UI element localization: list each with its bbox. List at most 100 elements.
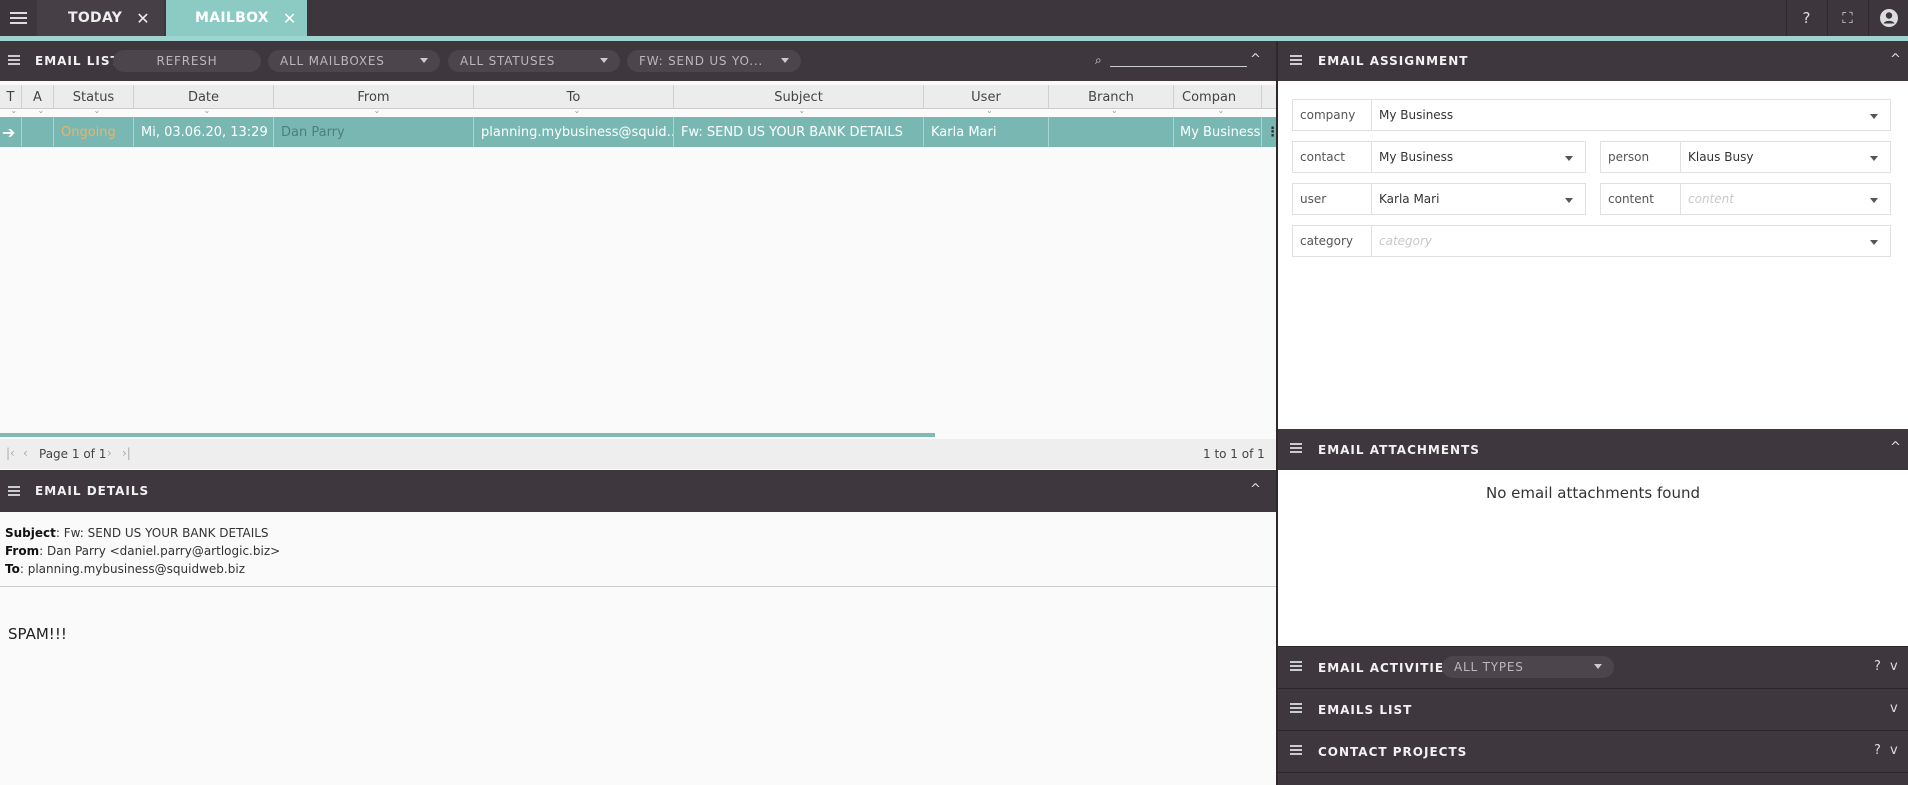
subject-filter-select[interactable]: FW: SEND US YO...	[627, 50, 801, 72]
panel-menu-icon[interactable]	[1290, 55, 1302, 65]
chevron-down-icon	[1870, 240, 1878, 245]
chevron-up-icon[interactable]: ^	[1890, 52, 1901, 67]
selected-arrow-icon: ➔	[0, 117, 22, 147]
contact-projects-title: CONTACT PROJECTS	[1318, 744, 1468, 759]
column-header[interactable]: From	[274, 85, 474, 115]
activity-type-label: ALL TYPES	[1454, 660, 1524, 674]
column-header[interactable]: User	[924, 85, 1049, 115]
chevron-down-icon[interactable]: v	[1890, 659, 1898, 674]
fullscreen-icon[interactable]: ⛶	[1827, 0, 1867, 36]
category-select[interactable]: category	[1372, 225, 1891, 257]
chevron-up-icon[interactable]: ^	[1890, 440, 1901, 455]
contact-label: contact	[1292, 141, 1372, 173]
panel-menu-icon[interactable]	[1290, 661, 1302, 671]
help-icon[interactable]: ?	[1874, 743, 1881, 758]
email-assignment-header: EMAIL ASSIGNMENT ^	[1278, 41, 1908, 81]
chevron-down-icon	[1565, 198, 1573, 203]
subject-cell: Fw: SEND US YOUR BANK DETAILS	[674, 117, 924, 147]
branch-cell	[1049, 117, 1174, 147]
column-header[interactable]: Date	[134, 85, 274, 115]
column-header[interactable]: Subject	[674, 85, 924, 115]
person-select[interactable]: Klaus Busy	[1681, 141, 1891, 173]
account-icon[interactable]	[1868, 0, 1908, 36]
category-placeholder: category	[1379, 234, 1433, 248]
email-attachments-title: EMAIL ATTACHMENTS	[1318, 442, 1480, 457]
search-input[interactable]	[1110, 66, 1247, 67]
user-select[interactable]: Karla Mari	[1372, 183, 1586, 215]
chevron-up-icon[interactable]: ^	[1250, 482, 1261, 497]
status-filter-label: ALL STATUSES	[460, 54, 556, 68]
panel-menu-icon[interactable]	[8, 55, 20, 65]
page-indicator: Page 1 of 1	[39, 447, 107, 461]
email-details-header: EMAIL DETAILS ^	[0, 470, 1276, 512]
chevron-down-icon[interactable]: v	[1890, 701, 1898, 716]
subject-label: Subject	[5, 526, 56, 540]
email-activities-title: EMAIL ACTIVITIES	[1318, 660, 1454, 675]
chevron-down-icon	[1594, 664, 1602, 669]
column-header[interactable]: A	[22, 85, 54, 115]
chevron-down-icon	[781, 58, 789, 63]
close-icon[interactable]: ✕	[136, 9, 150, 28]
contact-value: My Business	[1379, 150, 1454, 164]
column-header[interactable]: Status	[54, 85, 134, 115]
category-label: category	[1292, 225, 1372, 257]
person-label: person	[1600, 141, 1681, 173]
help-icon[interactable]: ?	[1786, 0, 1826, 36]
from-line: From: Dan Parry <daniel.parry@artlogic.b…	[5, 544, 281, 558]
status-filter-select[interactable]: ALL STATUSES	[448, 50, 620, 72]
column-header[interactable]: Compan	[1174, 85, 1262, 115]
company-label: company	[1292, 99, 1372, 131]
panel-menu-icon[interactable]	[1290, 443, 1302, 453]
email-meta: Subject: Fw: SEND US YOUR BANK DETAILS F…	[5, 524, 280, 578]
column-header[interactable]: To	[474, 85, 674, 115]
first-page-icon[interactable]: |‹	[6, 446, 15, 460]
top-bar: TODAY ✕ MAILBOX ✕ ? ⛶	[0, 0, 1908, 41]
mailbox-filter-select[interactable]: ALL MAILBOXES	[268, 50, 440, 72]
tab-today[interactable]: TODAY ✕	[37, 0, 164, 36]
to-value: planning.mybusiness@squidweb.biz	[27, 562, 245, 576]
email-list-header: EMAIL LIST REFRESH ALL MAILBOXES ALL STA…	[0, 41, 1276, 81]
row-menu-icon[interactable]: ⋮	[1262, 117, 1276, 147]
emails-list-header: EMAILS LIST v	[1278, 688, 1908, 730]
no-attachments-message: No email attachments found	[1485, 484, 1700, 502]
content-label: content	[1600, 183, 1681, 215]
help-icon[interactable]: ?	[1874, 659, 1881, 674]
last-page-icon[interactable]: ›|	[122, 446, 131, 460]
email-attachments-header: EMAIL ATTACHMENTS ^	[1278, 429, 1908, 470]
email-assignment-title: EMAIL ASSIGNMENT	[1318, 54, 1469, 68]
company-value: My Business	[1379, 108, 1454, 122]
email-activities-header: EMAIL ACTIVITIES ALL TYPES ? v	[1278, 646, 1908, 688]
chevron-down-icon[interactable]: v	[1890, 743, 1898, 758]
from-cell: Dan Parry	[274, 117, 474, 147]
content-select[interactable]: content	[1681, 183, 1891, 215]
chevron-up-icon[interactable]: ^	[1250, 52, 1261, 67]
content-placeholder: content	[1688, 192, 1734, 206]
close-icon[interactable]: ✕	[283, 9, 297, 28]
status-cell: Ongoing	[54, 117, 134, 147]
panel-menu-icon[interactable]	[1290, 703, 1302, 713]
company-select[interactable]: My Business	[1372, 99, 1891, 131]
horizontal-scrollbar[interactable]	[0, 433, 935, 437]
email-list-title: EMAIL LIST	[35, 54, 120, 68]
panel-menu-icon[interactable]	[1290, 745, 1302, 755]
contact-select[interactable]: My Business	[1372, 141, 1586, 173]
right-column: EMAIL ASSIGNMENT ^ company My Business c…	[1276, 41, 1908, 785]
table-row[interactable]: ➔ Ongoing Mi, 03.06.20, 13:29 Dan Parry …	[0, 117, 1276, 147]
company-cell: My Business	[1174, 117, 1262, 147]
prev-page-icon[interactable]: ‹	[23, 446, 28, 460]
to-label: To	[5, 562, 20, 576]
activity-type-select[interactable]: ALL TYPES	[1442, 656, 1614, 678]
subject-filter-label: FW: SEND US YO...	[639, 54, 764, 68]
column-header[interactable]: Branch	[1049, 85, 1174, 115]
contact-projects-header: CONTACT PROJECTS ? v	[1278, 730, 1908, 772]
next-page-icon[interactable]: ›	[107, 446, 112, 460]
panel-menu-icon[interactable]	[8, 486, 20, 496]
tab-mailbox[interactable]: MAILBOX ✕	[166, 0, 307, 36]
to-line: To: planning.mybusiness@squidweb.biz	[5, 562, 245, 576]
panel-footer	[1278, 772, 1908, 785]
user-value: Karla Mari	[1379, 192, 1440, 206]
refresh-button[interactable]: REFRESH	[113, 50, 261, 72]
column-header[interactable]: T	[0, 85, 22, 115]
attachment-cell	[22, 117, 54, 147]
main-menu-icon[interactable]	[0, 0, 36, 36]
